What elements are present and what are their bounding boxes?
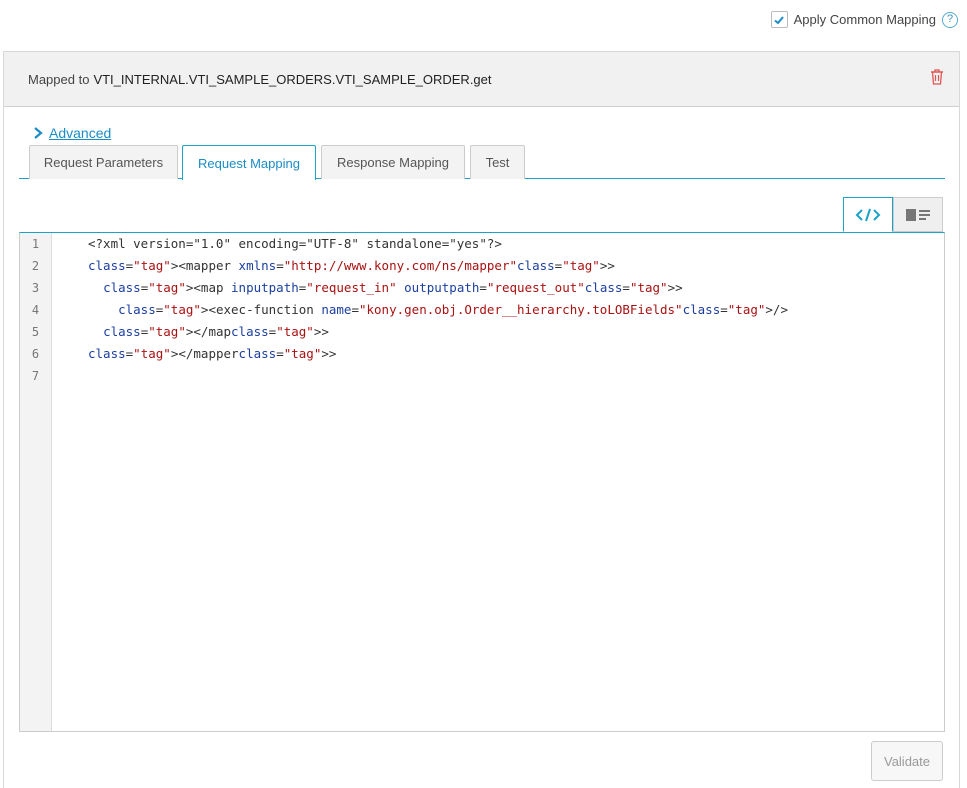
view-toggle — [843, 197, 943, 232]
code-line: class="tag"><mapper xmlns="http://www.ko… — [88, 258, 615, 273]
tab-request-parameters[interactable]: Request Parameters — [29, 145, 178, 179]
mapping-tabs: Request Parameters Request Mapping Respo… — [19, 145, 945, 180]
editor-code[interactable]: <?xml version="1.0" encoding="UTF-8" sta… — [52, 233, 944, 731]
code-view-button[interactable] — [843, 197, 893, 232]
top-bar: Apply Common Mapping ? — [0, 0, 967, 44]
editor-gutter: 1 2 3 4 5 6 7 — [20, 233, 52, 731]
code-line: class="tag"><map inputpath="request_in" … — [103, 280, 683, 295]
advanced-toggle[interactable]: Advanced — [33, 125, 111, 141]
validate-button[interactable]: Validate — [871, 741, 943, 781]
help-icon[interactable]: ? — [942, 11, 958, 28]
mapping-panel: Mapped to VTI_INTERNAL.VTI_SAMPLE_ORDERS… — [3, 51, 960, 788]
code-line: class="tag"></mapperclass="tag">> — [88, 346, 337, 361]
line-number: 3 — [31, 281, 40, 295]
apply-common-mapping[interactable]: Apply Common Mapping ? — [770, 11, 958, 28]
line-number: 6 — [31, 347, 40, 361]
mapped-prefix: Mapped to — [28, 71, 90, 87]
line-number: 5 — [31, 325, 40, 339]
trash-icon[interactable] — [929, 68, 945, 86]
mapped-target: VTI_INTERNAL.VTI_SAMPLE_ORDERS.VTI_SAMPL… — [93, 71, 492, 87]
code-editor[interactable]: 1 2 3 4 5 6 7 <?xml version="1.0" encodi… — [19, 232, 945, 732]
code-line: class="tag"></mapclass="tag">> — [103, 324, 329, 339]
form-view-button[interactable] — [893, 197, 943, 232]
line-number: 2 — [31, 259, 40, 273]
advanced-link[interactable]: Advanced — [49, 125, 111, 141]
apply-common-mapping-checkbox[interactable] — [770, 11, 788, 28]
chevron-right-icon — [34, 127, 43, 139]
tab-test[interactable]: Test — [470, 145, 525, 179]
code-line: <?xml version="1.0" encoding="UTF-8" sta… — [88, 236, 502, 251]
apply-common-mapping-label: Apply Common Mapping — [793, 12, 936, 27]
tab-request-mapping[interactable]: Request Mapping — [182, 145, 316, 180]
check-icon — [774, 15, 784, 24]
code-line: class="tag"><exec-function name="kony.ge… — [118, 302, 788, 317]
line-number: 7 — [31, 369, 40, 383]
line-number: 1 — [31, 237, 40, 251]
list-view-icon — [906, 208, 930, 221]
panel-header: Mapped to VTI_INTERNAL.VTI_SAMPLE_ORDERS… — [4, 52, 959, 107]
code-icon — [855, 208, 881, 221]
tab-response-mapping[interactable]: Response Mapping — [321, 145, 465, 179]
line-number: 4 — [31, 303, 40, 317]
